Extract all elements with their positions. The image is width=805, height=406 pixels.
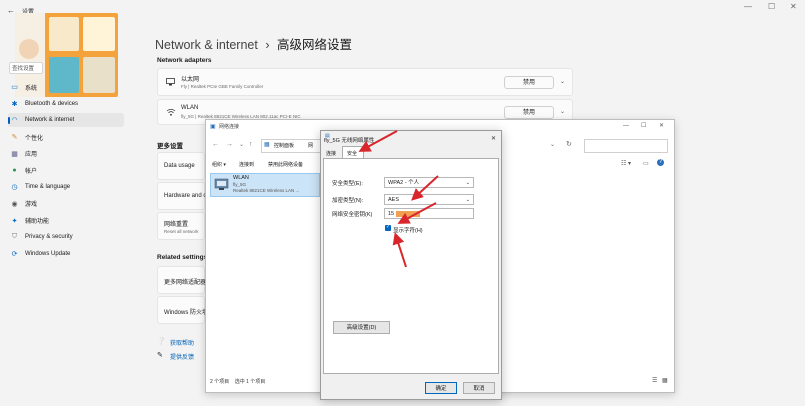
arrow-to-show-characters <box>392 232 407 268</box>
arrow-to-network-key <box>397 202 437 224</box>
arrow-to-security-tab <box>358 130 398 152</box>
arrow-to-security-type <box>411 175 439 201</box>
annotation-arrows <box>358 130 439 268</box>
